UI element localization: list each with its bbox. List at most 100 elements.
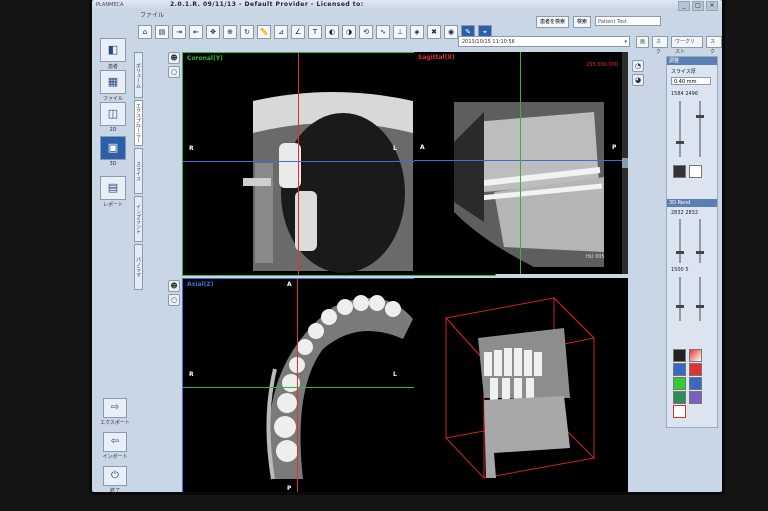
sagittal-crosshair-line[interactable] — [298, 53, 299, 275]
head-profile-icon[interactable]: ◔ — [632, 60, 644, 72]
file-icon: ▦ — [100, 70, 126, 94]
tab-volume[interactable]: ボリューム — [134, 52, 143, 98]
level-slider[interactable] — [696, 101, 704, 157]
view-toggle-icon-axial[interactable]: ○ — [168, 294, 180, 306]
sidebar-item-3d[interactable]: ▣ 3D — [100, 136, 126, 167]
render-slider-4-knob[interactable] — [696, 305, 704, 308]
export-arrow-icon: ⇨ — [103, 398, 127, 418]
render-slider-2[interactable] — [696, 219, 704, 263]
study-button-2[interactable]: スク — [652, 36, 669, 55]
green-cube-icon[interactable] — [673, 377, 686, 390]
render-section-title: 3D Rend — [667, 199, 717, 207]
orient-right: L — [393, 371, 397, 378]
import-button[interactable]: ⇦ インポート — [100, 432, 130, 460]
export-button[interactable]: ⇨ エクスポート — [100, 398, 130, 426]
zoom-icon[interactable]: ⊕ — [223, 25, 237, 39]
sagittal-scroll-thumb[interactable] — [622, 158, 628, 168]
blue-cube-icon[interactable] — [689, 377, 702, 390]
invert-icon[interactable]: ◑ — [342, 25, 356, 39]
render-slider-1-knob[interactable] — [676, 251, 684, 254]
sidebar-item-2d[interactable]: ◫ 2D — [100, 102, 126, 133]
delete-icon[interactable]: ✖ — [427, 25, 441, 39]
view-toggle-icon[interactable]: ○ — [168, 66, 180, 78]
ruler-icon[interactable]: ⊿ — [274, 25, 288, 39]
render-slider-2-knob[interactable] — [696, 251, 704, 254]
mesh-icon[interactable] — [673, 391, 686, 404]
head-front-icon[interactable]: ◕ — [632, 74, 644, 86]
layout-icon[interactable]: ▤ — [155, 25, 169, 39]
sidebar-item-file[interactable]: ▦ ファイル — [100, 70, 126, 102]
import-arrow-icon: ⇦ — [103, 432, 127, 452]
2d-icon: ◫ — [100, 102, 126, 126]
volume-3d-viewport[interactable] — [414, 278, 628, 492]
render-slider-3[interactable] — [676, 277, 684, 321]
export-label: エクスポート — [100, 420, 130, 426]
rotate-icon[interactable]: ↻ — [240, 25, 254, 39]
axial-label: Axial(Z) — [187, 281, 214, 288]
window-slider[interactable] — [676, 101, 684, 157]
main-toolbar: ⌂ ▤ ⇥ ⇤ ✥ ⊕ ↻ 📏 ⊿ ∠ T ◐ ◑ ⟲ ∿ ⊥ ◈ ✖ ◉ ✎ … — [138, 22, 718, 42]
home-icon[interactable]: ⌂ — [138, 25, 152, 39]
sagittal-coronal-line[interactable] — [520, 52, 521, 274]
measure-icon[interactable]: 📏 — [257, 25, 271, 39]
menu-file[interactable]: ファイル — [140, 10, 164, 19]
exit-label: 終了 — [109, 488, 120, 492]
skull-preset-icon[interactable] — [673, 349, 686, 362]
study-button-worklist[interactable]: ワークリスト — [671, 36, 703, 55]
sidebar-item-report[interactable]: ▤ レポート — [100, 176, 126, 208]
sagittal-scrollbar[interactable] — [622, 52, 628, 274]
nerve-icon[interactable]: ∿ — [376, 25, 390, 39]
title-bar: PLANMECA 2.0.1.R. 09/11/13 - Default Pro… — [92, 0, 722, 11]
cut-plane-icon[interactable] — [673, 363, 686, 376]
orient-top: A — [287, 281, 292, 288]
study-date-select[interactable]: 2013/10/15 11:10:56 ▾ — [458, 36, 630, 47]
color-preset-icon[interactable] — [689, 349, 702, 362]
tab-slice[interactable]: スライス — [134, 148, 143, 194]
chevron-down-icon: ▾ — [624, 39, 627, 45]
skull-icon[interactable]: ☻ — [168, 52, 180, 64]
maximize-button[interactable]: □ — [692, 1, 704, 11]
clip-icon[interactable] — [689, 363, 702, 376]
camera-icon[interactable]: ◉ — [444, 25, 458, 39]
tab-explorer[interactable]: エクスプローラー — [134, 100, 143, 146]
move-icon[interactable]: ✥ — [206, 25, 220, 39]
tab-panorama[interactable]: パノラマ — [134, 244, 143, 290]
study-button-1[interactable]: 画 — [636, 36, 650, 48]
level-slider-knob[interactable] — [696, 115, 704, 118]
study-buttons: 画 スク ワークリスト スク — [636, 36, 722, 55]
exit-button[interactable]: ⏻ 終了 — [100, 466, 130, 492]
axial-sagittal-line[interactable] — [297, 279, 298, 492]
minimize-button[interactable]: _ — [678, 1, 690, 11]
sagittal-viewport[interactable]: Sagittal(X) 255.000.000 A P HU 005 — [414, 52, 628, 274]
text-icon[interactable]: T — [308, 25, 322, 39]
grayscale-icon[interactable] — [673, 165, 686, 178]
brand-logo: PLANMECA — [96, 2, 124, 8]
skull-icon-axial[interactable]: ☻ — [168, 280, 180, 292]
reset-icon[interactable]: ⟲ — [359, 25, 373, 39]
slice-thickness-label: スライス厚 — [671, 69, 696, 75]
study-button-4[interactable]: スク — [706, 36, 722, 55]
close-button[interactable]: × — [706, 1, 718, 11]
bounding-box-icon[interactable] — [673, 405, 686, 418]
export-icon[interactable]: ⇥ — [172, 25, 186, 39]
sidebar-item-patient[interactable]: ◧ 患者 — [100, 38, 126, 70]
window-slider-knob[interactable] — [676, 141, 684, 144]
render-slider-3-knob[interactable] — [676, 305, 684, 308]
purple-cube-icon[interactable] — [689, 391, 702, 404]
3d-view-icon[interactable]: ◈ — [410, 25, 424, 39]
brightness-icon[interactable]: ◐ — [325, 25, 339, 39]
orient-bottom: P — [287, 485, 292, 492]
import-icon[interactable]: ⇤ — [189, 25, 203, 39]
invert-icon[interactable] — [689, 165, 702, 178]
render-slider-4[interactable] — [696, 277, 704, 321]
angle-icon[interactable]: ∠ — [291, 25, 305, 39]
tab-implant[interactable]: インプラント — [134, 196, 143, 242]
slice-thickness-select[interactable]: 0.40 mm — [671, 77, 711, 85]
render-slider-1[interactable] — [676, 219, 684, 263]
bottom-actions: ⇨ エクスポート ⇦ インポート ⏻ 終了 — [100, 398, 130, 492]
sagittal-axial-line[interactable] — [414, 160, 628, 161]
power-icon: ⏻ — [103, 466, 127, 486]
implant-icon[interactable]: ⊥ — [393, 25, 407, 39]
adjust-panel: 調整 スライス厚 0.40 mm 1584 2496 3D Rend 2832 … — [666, 56, 718, 428]
volume-render — [445, 296, 596, 480]
